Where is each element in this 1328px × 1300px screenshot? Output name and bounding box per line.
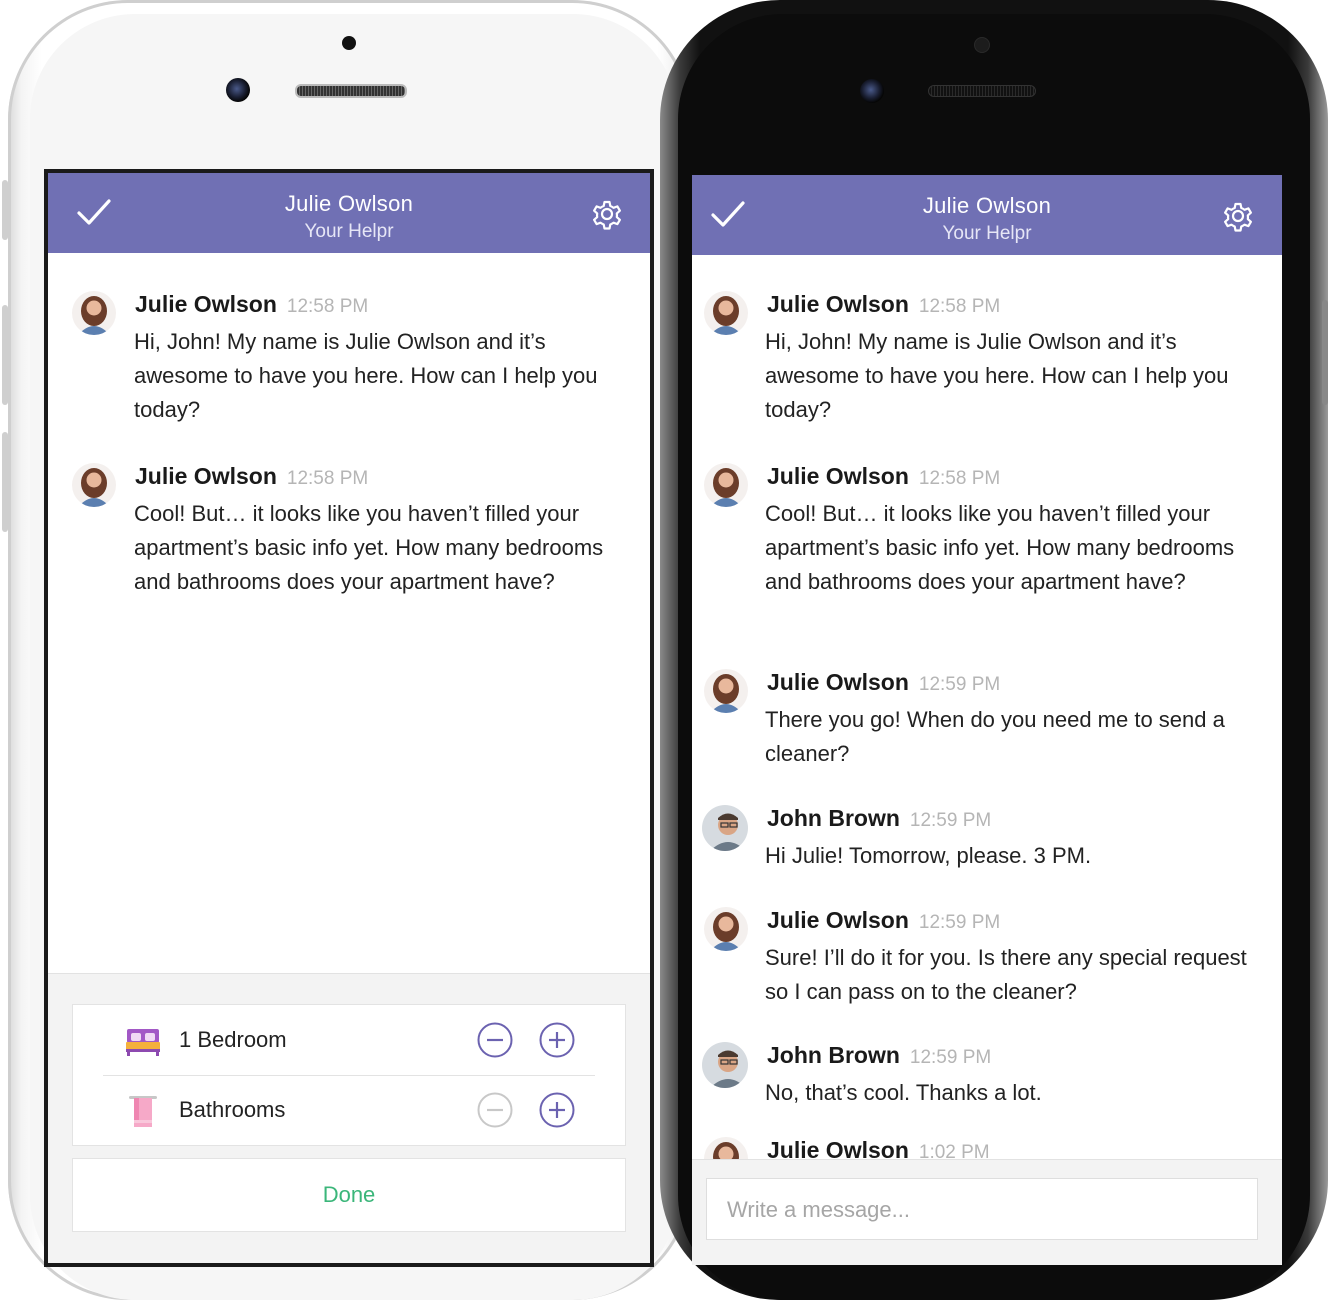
message-time: 12:59 PM xyxy=(918,912,1001,933)
message-time: 12:59 PM xyxy=(918,674,1001,695)
header-title: Julie Owlson xyxy=(922,193,1052,218)
power-button xyxy=(1322,300,1328,405)
header-title: Julie Owlson xyxy=(284,191,414,216)
sender-name: Julie Owlson 12:58 PM xyxy=(767,463,1001,489)
decrement-bathroom-button[interactable] xyxy=(477,1092,513,1128)
side-button xyxy=(2,180,8,240)
message-text: Cool! But… it looks like you haven’t fil… xyxy=(134,501,604,594)
avatar xyxy=(72,291,116,335)
volume-down-button xyxy=(2,432,8,532)
counter-box: 1 Bedroom Bathrooms xyxy=(72,1004,626,1146)
gear-icon[interactable] xyxy=(590,197,624,231)
right-screen: Julie Owlson Your Helpr Julie Owlson 12:5… xyxy=(692,175,1282,1265)
sender-name: Julie Owlson 12:59 PM xyxy=(767,669,1001,695)
front-sensor xyxy=(342,36,356,50)
done-button[interactable]: Done xyxy=(72,1158,626,1232)
message-text: Cool! But… it looks like you haven’t fil… xyxy=(765,501,1235,594)
gear-icon[interactable] xyxy=(1221,199,1255,233)
earpiece-speaker xyxy=(295,84,407,98)
increment-bedroom-button[interactable] xyxy=(539,1022,575,1058)
message-text: Sure! I’ll do it for you. Is there any s… xyxy=(765,945,1247,1004)
message-time: 12:59 PM xyxy=(909,1047,992,1068)
message-text: No, that’s cool. Thanks a lot. xyxy=(765,1080,1042,1105)
avatar xyxy=(704,463,748,507)
message-time: 12:58 PM xyxy=(918,296,1001,317)
sender-name: Julie Owlson 12:58 PM xyxy=(767,291,1001,317)
message-text: Hi, John! My name is Julie Owlson and it… xyxy=(134,329,598,422)
avatar xyxy=(704,907,748,951)
message-text: There you go! When do you need me to sen… xyxy=(765,707,1225,766)
sender-name: Julie Owlson 12:58 PM xyxy=(135,463,369,489)
decrement-bedroom-button[interactable] xyxy=(477,1022,513,1058)
bathroom-counter: Bathrooms xyxy=(73,1075,625,1145)
bed-icon xyxy=(126,1029,160,1056)
increment-bathroom-button[interactable] xyxy=(539,1092,575,1128)
message-time: 12:59 PM xyxy=(909,810,992,831)
avatar xyxy=(702,805,748,851)
sender-name: John Brown 12:59 PM xyxy=(767,1042,992,1068)
sender-name: Julie Owlson 12:59 PM xyxy=(767,907,1001,933)
header-subtitle: Your Helpr xyxy=(304,221,394,242)
bedroom-counter: 1 Bedroom xyxy=(73,1005,625,1075)
message-time: 12:58 PM xyxy=(918,468,1001,489)
towel-icon xyxy=(129,1096,157,1127)
message-text: Hi Julie! Tomorrow, please. 3 PM. xyxy=(765,843,1092,868)
avatar xyxy=(72,463,116,507)
front-sensor xyxy=(974,37,990,53)
chat-header: Julie Owlson Your Helpr xyxy=(692,175,1282,255)
sender-name: John Brown 12:59 PM xyxy=(767,805,992,831)
volume-up-button xyxy=(2,305,8,405)
counter-label: Bathrooms xyxy=(179,1097,286,1122)
front-camera xyxy=(226,78,250,102)
sender-name: Julie Owlson 12:58 PM xyxy=(135,291,369,317)
left-screen: Julie Owlson Your Helpr Julie Owlson 12:5… xyxy=(48,173,650,1263)
earpiece-speaker xyxy=(928,85,1036,97)
front-camera xyxy=(860,79,884,103)
apartment-info-panel: 1 Bedroom Bathrooms Done xyxy=(48,973,650,1263)
message-time: 12:58 PM xyxy=(286,468,369,489)
message-time: 12:58 PM xyxy=(286,296,369,317)
compose-bar: Write a message... xyxy=(692,1159,1282,1265)
header-subtitle: Your Helpr xyxy=(942,223,1032,244)
message-input[interactable]: Write a message... xyxy=(706,1178,1258,1240)
avatar xyxy=(704,291,748,335)
counter-label: 1 Bedroom xyxy=(179,1027,287,1052)
message-text: Hi, John! My name is Julie Owlson and it… xyxy=(765,329,1229,422)
chat-header: Julie Owlson Your Helpr xyxy=(48,173,650,253)
avatar xyxy=(704,669,748,713)
avatar xyxy=(702,1042,748,1088)
